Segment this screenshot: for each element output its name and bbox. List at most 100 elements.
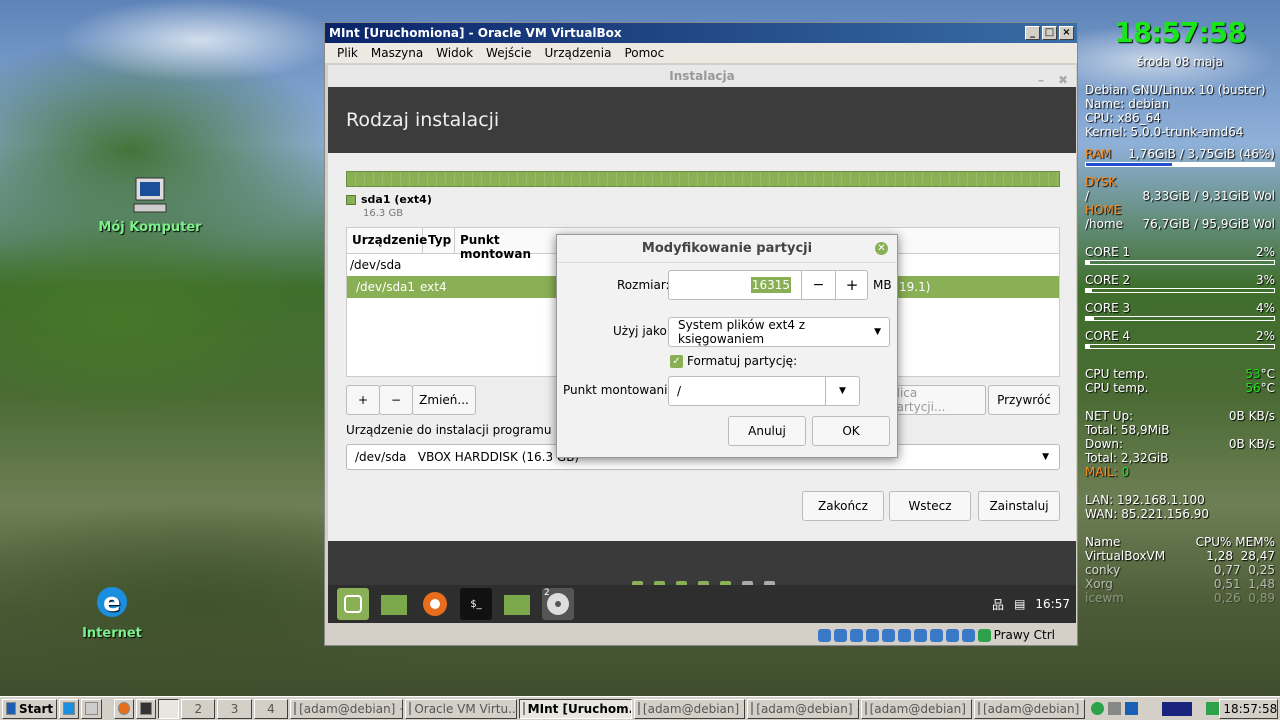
keyboard-icon[interactable]	[977, 628, 991, 642]
workspace-2[interactable]: 2	[181, 698, 216, 719]
change-partition-button[interactable]: Zmień...	[412, 385, 476, 415]
size-plus-button[interactable]: +	[835, 271, 868, 299]
network-adapter-icon[interactable]	[865, 628, 879, 642]
vm-statusbar: Prawy Ctrl	[325, 625, 1077, 645]
terminal-icon	[977, 702, 980, 715]
clipboard-icon[interactable]: ▤	[1014, 597, 1025, 611]
guest-clock: 16:57	[1035, 597, 1070, 611]
dialog-close-icon[interactable]: ✕	[875, 242, 888, 255]
files-icon[interactable]	[378, 588, 410, 620]
mount-point-input[interactable]: /	[677, 384, 681, 398]
mail-tray-icon[interactable]	[1206, 702, 1220, 715]
conky-os: Debian GNU/Linux 10 (buster)	[1085, 83, 1266, 97]
workspace-3[interactable]: 3	[217, 698, 252, 719]
installer-minimize-icon[interactable]: –	[1038, 69, 1044, 91]
shared-folder-icon[interactable]	[897, 628, 911, 642]
back-button[interactable]: Wstecz	[889, 491, 971, 521]
mount-dropdown-icon[interactable]: ▼	[825, 377, 859, 405]
display-icon[interactable]	[913, 628, 927, 642]
menu-pomoc[interactable]: Pomoc	[624, 46, 664, 60]
installer-disc-icon[interactable]: 2	[542, 588, 574, 620]
quicklaunch-ie[interactable]	[59, 698, 80, 719]
workspace-1[interactable]	[157, 698, 180, 719]
col-type[interactable]: Typ	[423, 228, 455, 253]
menu-plik[interactable]: Plik	[337, 46, 358, 60]
size-minus-button[interactable]: −	[801, 271, 835, 299]
browser-icon	[63, 702, 76, 715]
internet-explorer-icon: e	[92, 582, 132, 622]
menu-maszyna[interactable]: Maszyna	[371, 46, 423, 60]
cpu-temp-2: 56	[1245, 381, 1261, 395]
cpu-monitor-tray-icon[interactable]	[1125, 702, 1139, 715]
cd-icon[interactable]	[833, 628, 847, 642]
quit-button[interactable]: Zakończ	[802, 491, 884, 521]
hdd-icon[interactable]	[817, 628, 831, 642]
recording-icon[interactable]	[929, 628, 943, 642]
installer-heading: Rodzaj instalacji	[328, 87, 1076, 153]
remove-partition-button[interactable]: −	[379, 385, 413, 415]
my-computer-desktop-icon[interactable]: Mój Komputer	[90, 176, 210, 235]
modify-partition-dialog[interactable]: Modyfikowanie partycji ✕ Rozmiar: 16315 …	[556, 234, 898, 458]
volume-tray-icon[interactable]	[1108, 702, 1122, 715]
col-device[interactable]: Urządzenie	[347, 228, 427, 253]
ram-value: 1,76GiB / 3,75GiB (46%)	[1128, 147, 1275, 161]
close-button[interactable]: ×	[1059, 26, 1074, 40]
core-3-bar	[1085, 316, 1275, 321]
format-checkbox-row[interactable]: ✓ Formatuj partycję:	[670, 354, 797, 368]
disk-label: DYSK	[1085, 175, 1117, 189]
use-as-label: Użyj jako:	[613, 324, 671, 338]
taskbar-clock[interactable]: 18:57:58	[1219, 698, 1278, 719]
firefox-icon	[117, 702, 130, 715]
firefox-icon[interactable]	[419, 588, 451, 620]
mouse-integration-icon[interactable]	[961, 628, 975, 642]
use-as-select[interactable]: System plików ext4 z księgowaniem ▼	[668, 317, 890, 347]
disk-value: 8,33GiB / 9,31GiB	[1142, 189, 1250, 203]
vm-titlebar[interactable]: MInt [Uruchomiona] - Oracle VM VirtualBo…	[325, 23, 1077, 43]
mount-point-combo[interactable]: / ▼	[668, 376, 860, 406]
minimize-button[interactable]: _	[1025, 26, 1040, 40]
conky-kernel: Kernel: 5.0.0-trunk-amd64	[1085, 125, 1244, 139]
internet-desktop-icon[interactable]: e Internet	[52, 582, 172, 641]
terminal-icon[interactable]: $_	[460, 588, 492, 620]
folder-icon[interactable]	[501, 588, 533, 620]
workspace-4[interactable]: 4	[253, 698, 289, 719]
net-down-value: 0B KB/s	[1228, 437, 1275, 451]
task-mint-vm[interactable]: MInt [Uruchom...	[518, 698, 632, 719]
task-virtualbox-manager[interactable]: Oracle VM Virtu...	[405, 698, 517, 719]
task-terminal[interactable]: [adam@debian] ~	[973, 698, 1086, 719]
ok-button[interactable]: OK	[812, 416, 890, 446]
format-checkbox[interactable]: ✓	[670, 354, 683, 368]
task-terminal[interactable]: [adam@debian] ~	[747, 698, 859, 719]
task-terminal[interactable]: [adam@debian] ~	[860, 698, 972, 719]
start-button[interactable]: Start	[2, 698, 58, 719]
mint-menu-icon[interactable]	[337, 588, 369, 620]
core-4-bar	[1085, 344, 1275, 349]
maximize-button[interactable]: □	[1042, 26, 1057, 40]
cancel-button[interactable]: Anuluj	[728, 416, 806, 446]
size-field[interactable]: 16315 − +	[668, 270, 868, 300]
task-terminal[interactable]: [adam@debian] ~	[633, 698, 746, 719]
network-tray-icon[interactable]	[1091, 702, 1105, 715]
install-button[interactable]: Zainstaluj	[978, 491, 1060, 521]
task-terminal[interactable]: [adam@debian] ~	[290, 698, 404, 719]
menu-widok[interactable]: Widok	[436, 46, 473, 60]
usb-icon[interactable]	[881, 628, 895, 642]
menu-wejscie[interactable]: Wejście	[486, 46, 531, 60]
installer-close-icon[interactable]: ✖	[1058, 69, 1068, 91]
size-input[interactable]: 16315	[750, 277, 791, 293]
revert-button[interactable]: Przywróć	[988, 385, 1060, 415]
quicklaunch-windows[interactable]	[81, 698, 102, 719]
add-partition-button[interactable]: +	[346, 385, 380, 415]
process-row: icewm 0,26 0,89	[1085, 591, 1275, 605]
network-icon[interactable]: 品	[992, 596, 1004, 613]
mem-monitor-tray-icon[interactable]	[1162, 701, 1193, 716]
net-up-value: 0B KB/s	[1228, 409, 1275, 423]
start-icon	[6, 702, 16, 715]
menu-urzadzenia[interactable]: Urządzenia	[544, 46, 611, 60]
quicklaunch-terminal[interactable]	[135, 698, 156, 719]
quicklaunch-firefox[interactable]	[113, 698, 134, 719]
process-row: conky 0,77 0,25	[1085, 563, 1275, 577]
cpu-icon[interactable]	[945, 628, 959, 642]
new-partition-table-button[interactable]: blica partycji...	[888, 385, 986, 415]
audio-icon[interactable]	[849, 628, 863, 642]
